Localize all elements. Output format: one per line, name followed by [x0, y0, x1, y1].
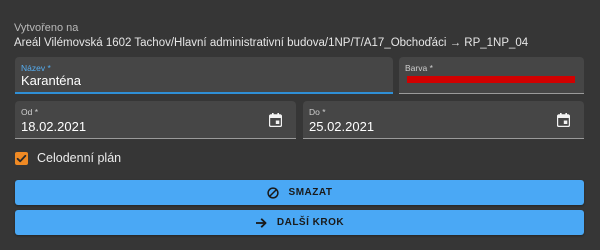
delete-button-label: SMAZAT [288, 187, 333, 198]
calendar-icon[interactable] [557, 113, 570, 127]
date-from-label: Od * [21, 107, 39, 117]
plan-form-panel: Vytvořeno na Areál Vilémovská 1602 Tacho… [0, 0, 600, 250]
color-field[interactable]: Barva * [399, 57, 584, 94]
color-swatch[interactable] [407, 76, 575, 83]
checkmark-icon [16, 154, 27, 163]
delete-button[interactable]: SMAZAT [15, 180, 584, 205]
name-field-label: Název * [21, 63, 51, 73]
date-from-field[interactable]: Od * 18.02.2021 [15, 101, 296, 139]
next-step-button-label: DALŠÍ KROK [276, 217, 345, 228]
calendar-icon[interactable] [269, 113, 282, 127]
all-day-checkbox[interactable] [15, 152, 28, 165]
name-field-value[interactable]: Karanténa [21, 73, 81, 88]
created-on-label: Vytvořeno na [14, 22, 79, 34]
date-to-field[interactable]: Do * 25.02.2021 [303, 101, 584, 139]
all-day-label[interactable]: Celodenní plán [37, 151, 121, 165]
next-step-button[interactable]: DALŠÍ KROK [15, 210, 584, 235]
date-to-label: Do * [309, 107, 326, 117]
arrow-right-icon [255, 217, 267, 228]
date-to-value[interactable]: 25.02.2021 [309, 119, 374, 134]
color-field-label: Barva * [405, 63, 433, 73]
name-field[interactable]: Název * Karanténa [15, 57, 393, 94]
created-on-path: Areál Vilémovská 1602 Tachov/Hlavní admi… [14, 37, 529, 49]
block-icon [266, 186, 279, 199]
date-from-value[interactable]: 18.02.2021 [21, 119, 86, 134]
